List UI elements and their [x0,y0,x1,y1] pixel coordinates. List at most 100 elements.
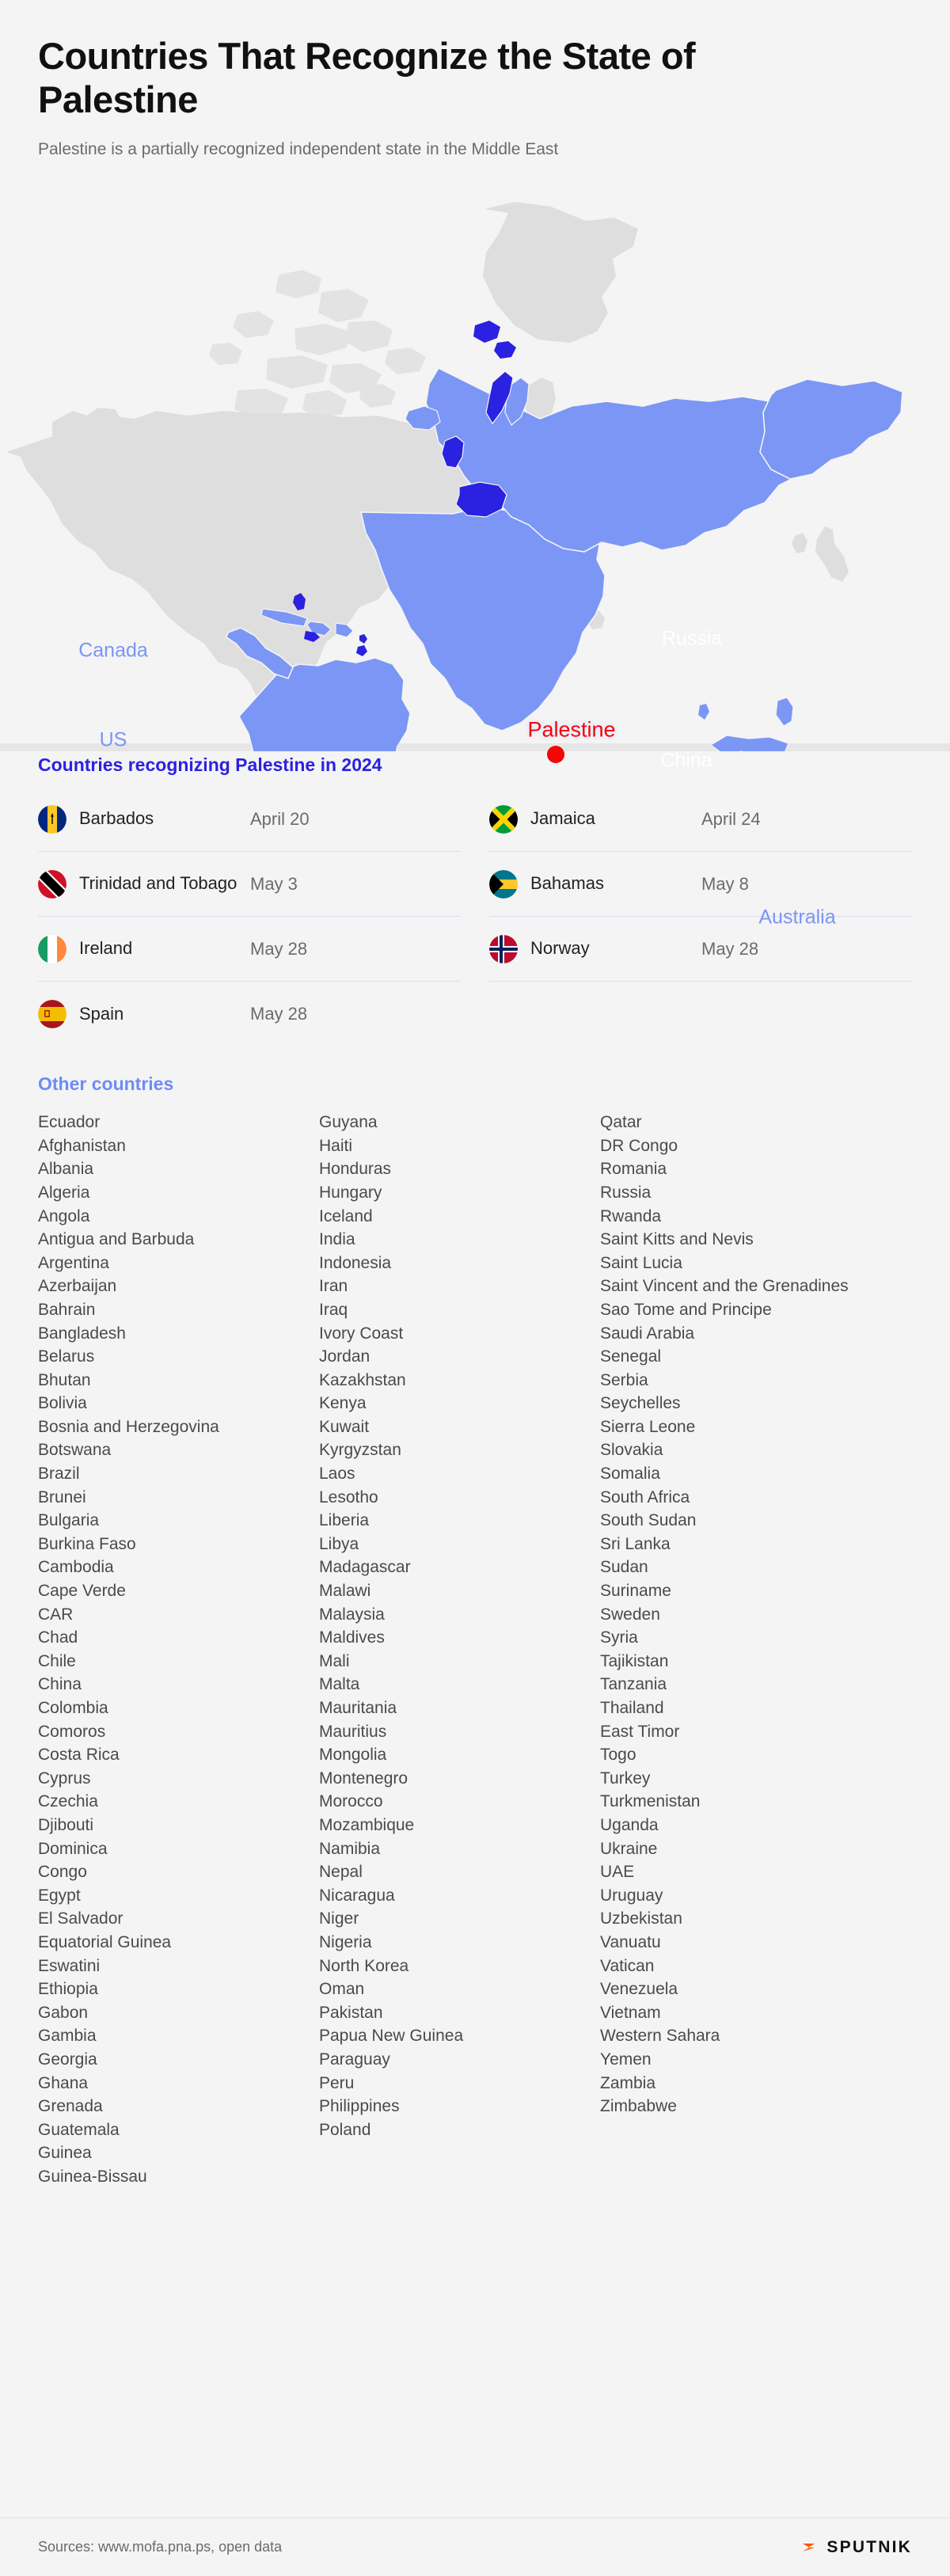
palestine-marker-dot [547,746,564,764]
list-item: Romania [600,1160,667,1179]
table-row: Norway May 28 [489,917,912,982]
list-item: Sierra Leone [600,1417,696,1436]
country-name: Norway [530,938,590,959]
list-item: Guatemala [38,2120,120,2139]
list-item: Guinea [38,2144,92,2163]
recognition-date: May 28 [701,938,759,959]
world-map-svg [0,202,950,752]
list-item: Nepal [319,1863,363,1882]
country-name: Spain [79,1003,124,1024]
list-item: Georgia [38,2050,97,2069]
page-title: Countries That Recognize the State of Pa… [38,35,696,120]
list-item: Papua New Guinea [319,2027,464,2046]
list-item: Cambodia [38,1558,114,1577]
list-item: Paraguay [319,2050,390,2069]
list-item: Hungary [319,1183,382,1202]
list-item: Laos [319,1465,355,1484]
recognition-date: May 28 [250,938,308,959]
recognizing-2024-grid: Barbados April 20 Jamaica April 24 Trini… [38,787,912,1047]
list-item: Cape Verde [38,1582,126,1601]
list-item: Seychelles [600,1394,681,1413]
list-item: Turkmenistan [600,1792,701,1811]
table-row: Barbados April 20 [38,787,461,853]
list-item: Mongolia [319,1746,387,1765]
list-item: Malaysia [319,1605,385,1624]
list-item: Comoros [38,1722,106,1741]
list-item: Brazil [38,1465,80,1484]
list-item: Haiti [319,1136,353,1155]
list-item: Lesotho [319,1487,378,1506]
flag-bahamas-icon [489,869,518,899]
list-item: Colombia [38,1699,108,1717]
list-item: Mauritius [319,1722,387,1741]
flag-barbados-icon [38,804,66,834]
list-item: Bangladesh [38,1324,126,1343]
list-item: CAR [38,1605,74,1624]
recognition-date: May 28 [250,1004,308,1024]
list-item: Slovakia [600,1441,663,1460]
sputnik-arrow-icon [803,2543,815,2551]
list-item: Saint Lucia [600,1253,682,1272]
footer: Sources: www.mofa.pna.ps, open data SPUT… [0,2517,950,2576]
list-item: Mauritania [319,1699,397,1717]
country-name: Trinidad and Tobago [79,873,238,894]
list-item: Vietnam [600,2003,661,2022]
list-item: Vatican [600,1956,655,1975]
country-sri-lanka [698,704,709,720]
list-item: Qatar [600,1113,642,1132]
country-barbados-map [359,634,367,644]
list-item: Suriname [600,1582,671,1601]
list-item: Algeria [38,1183,90,1202]
list-item: Iraq [319,1300,348,1319]
list-item: Syria [600,1628,638,1647]
table-row: Jamaica April 24 [489,787,912,853]
list-item: East Timor [600,1722,680,1741]
list-item: Equatorial Guinea [38,1932,172,1951]
list-item: Kuwait [319,1417,370,1436]
list-item: Saint Kitts and Nevis [600,1230,754,1249]
list-item: South Sudan [600,1511,697,1530]
sources-text: Sources: www.mofa.pna.ps, open data [38,2539,283,2555]
list-item: Czechia [38,1792,98,1811]
table-row: Trinidad and Tobago May 3 [38,852,461,918]
section-title-2024: Countries recognizing Palestine in 2024 [38,754,382,776]
list-item: Malawi [319,1582,371,1601]
list-item: Botswana [38,1441,112,1460]
flag-ireland-icon [38,934,66,963]
region-russia-east [759,378,903,480]
country-japan [815,526,849,583]
list-item: Brunei [38,1487,86,1506]
recognition-date: May 3 [250,873,298,894]
list-item: Senegal [600,1347,662,1366]
list-item: Venezuela [600,1980,678,1999]
list-item: Malta [319,1675,360,1694]
list-item: Bahrain [38,1300,96,1319]
list-item: Djibouti [38,1815,94,1834]
list-item: Tanzania [600,1675,667,1694]
sputnik-logo: SPUTNIK [802,2538,912,2557]
list-item: Uzbekistan [600,1909,682,1928]
list-item: Gabon [38,2003,89,2022]
list-item: Togo [600,1746,636,1765]
list-item: Nicaragua [319,1886,395,1905]
list-item: Mozambique [319,1815,415,1834]
list-item: Congo [38,1863,87,1882]
list-item: Ecuador [38,1113,101,1132]
infographic-page: Countries That Recognize the State of Pa… [0,0,950,2576]
list-item: Kenya [319,1394,367,1413]
list-item: Philippines [319,2097,400,2116]
sputnik-logo-text: SPUTNIK [826,2537,912,2556]
list-item: Peru [319,2073,355,2092]
list-item: Iran [319,1277,348,1296]
list-item: Serbia [600,1370,648,1389]
list-item: Tajikistan [600,1651,669,1670]
list-item: DR Congo [600,1136,678,1155]
list-item: Sudan [600,1558,648,1577]
flag-spain-icon [38,1000,66,1029]
list-item: Saudi Arabia [600,1324,695,1343]
list-item: Madagascar [319,1558,411,1577]
section-title-other: Other countries [38,1073,174,1095]
list-item: Grenada [38,2097,103,2116]
list-item: Kazakhstan [319,1370,406,1389]
list-item: Bhutan [38,1370,91,1389]
